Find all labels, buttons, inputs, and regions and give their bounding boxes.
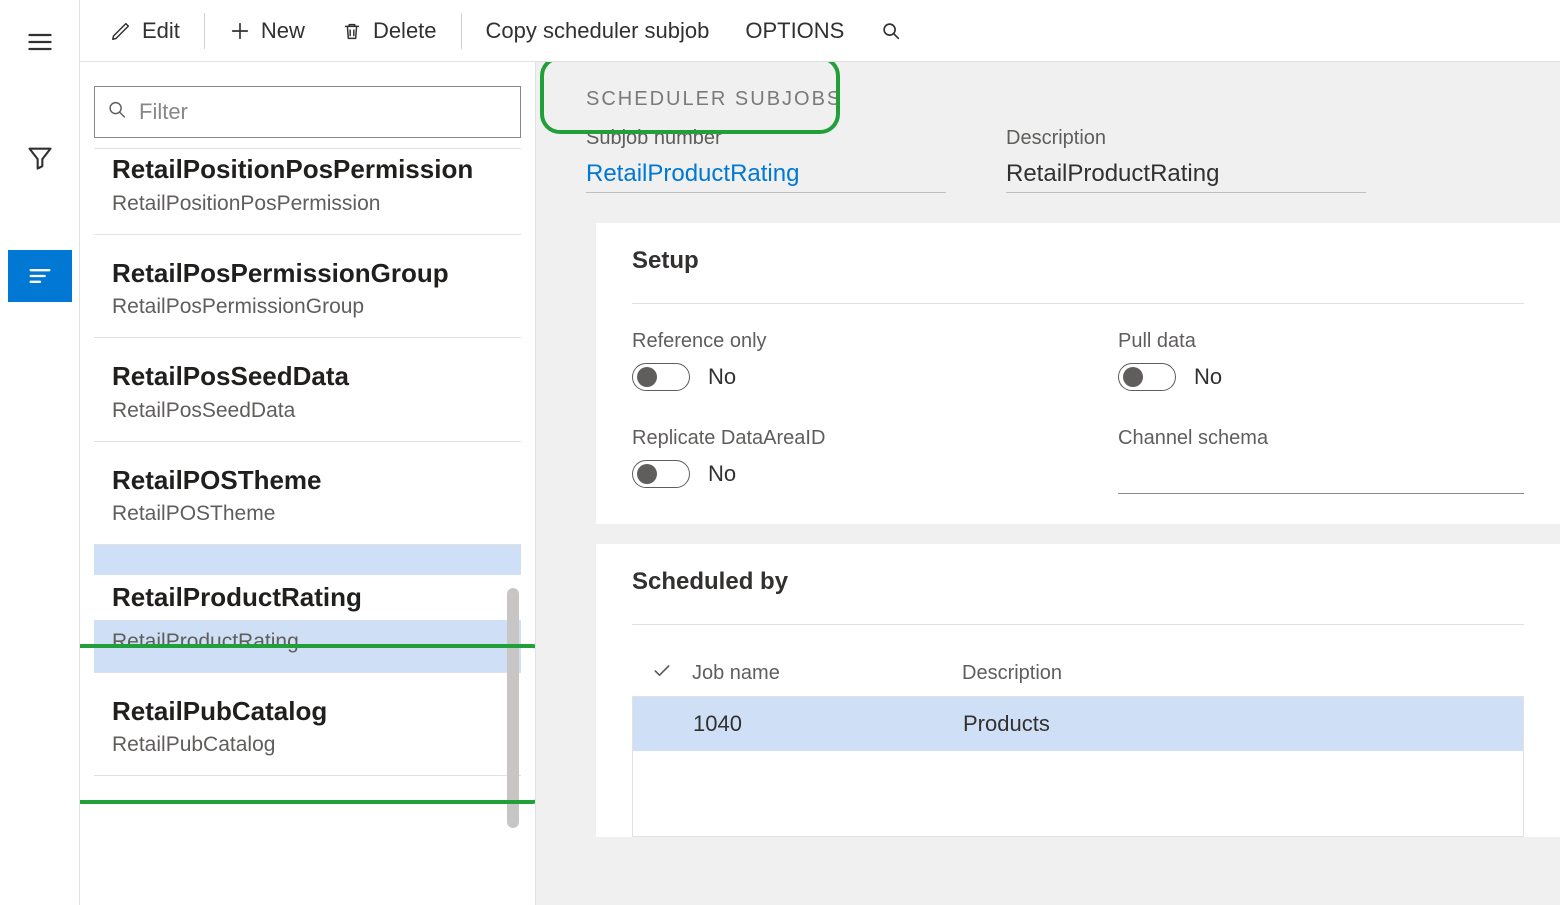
cell-job-name: 1040 [693, 711, 963, 737]
options-button[interactable]: OPTIONS [727, 0, 862, 61]
lines-icon [26, 262, 54, 290]
scheduled-by-section: Scheduled by Job name Description 1040 [596, 544, 1560, 837]
toolbar-separator [461, 13, 462, 49]
copy-label: Copy scheduler subjob [486, 18, 710, 44]
reference-only-value: No [708, 364, 736, 390]
list-item-sub: RetailPosPermissionGroup [112, 295, 503, 319]
search-icon [880, 20, 902, 42]
funnel-icon [26, 144, 54, 172]
replicate-dataareaid-toggle[interactable] [632, 460, 690, 488]
description-value[interactable]: RetailProductRating [1006, 156, 1366, 193]
trash-icon [341, 20, 363, 42]
edit-label: Edit [142, 18, 180, 44]
new-button[interactable]: New [211, 0, 323, 61]
list-item-sub: RetailPOSTheme [112, 502, 503, 526]
description-label: Description [1006, 127, 1366, 150]
search-button[interactable] [862, 0, 920, 61]
list-item[interactable]: RetailPosPermissionGroup RetailPosPermis… [94, 235, 521, 339]
cell-description: Products [963, 711, 1523, 737]
pull-data-value: No [1194, 364, 1222, 390]
list-item[interactable]: RetailPubCatalog RetailPubCatalog [94, 673, 521, 777]
reference-only-label: Reference only [632, 330, 1038, 353]
nav-rail [0, 0, 80, 905]
delete-button[interactable]: Delete [323, 0, 455, 61]
list-item-title: RetailPosPermissionGroup [112, 257, 503, 290]
list-item-sub: RetailPosSeedData [112, 399, 503, 423]
hamburger-button[interactable] [16, 18, 64, 66]
scheduled-by-title: Scheduled by [632, 568, 1524, 596]
filter-funnel-button[interactable] [16, 134, 64, 182]
setup-title: Setup [632, 247, 1524, 275]
subjob-number-value[interactable]: RetailProductRating [586, 156, 946, 193]
filter-input[interactable] [94, 86, 521, 138]
list-view-button[interactable] [8, 250, 72, 302]
list-item-title: RetailPosSeedData [112, 360, 503, 393]
list-item-title: RetailPositionPosPermission [112, 153, 503, 186]
list-item[interactable]: RetailPositionPosPermission RetailPositi… [94, 148, 521, 235]
list-item-title: RetailPubCatalog [112, 695, 503, 728]
search-icon [106, 99, 128, 126]
options-label: OPTIONS [745, 18, 844, 44]
delete-label: Delete [373, 18, 437, 44]
toolbar-separator [204, 13, 205, 49]
action-toolbar: Edit New Delete Copy scheduler subjob OP… [80, 0, 1560, 62]
channel-schema-input[interactable] [1118, 460, 1524, 494]
pull-data-toggle[interactable] [1118, 363, 1176, 391]
replicate-dataareaid-value: No [708, 461, 736, 487]
list-item[interactable]: RetailPOSTheme RetailPOSTheme [94, 442, 521, 546]
list-item-sub: RetailPubCatalog [112, 733, 503, 757]
subjob-number-label: Subjob number [586, 127, 946, 150]
list-item-sub: RetailProductRating [112, 630, 503, 654]
checkmark-icon[interactable] [652, 661, 692, 686]
reference-only-toggle[interactable] [632, 363, 690, 391]
list-pane: RetailPositionPosPermission RetailPositi… [80, 62, 535, 905]
new-label: New [261, 18, 305, 44]
list-item-title: RetailProductRating [112, 581, 503, 614]
page-breadcrumb: SCHEDULER SUBJOBS [586, 88, 842, 110]
col-job-name[interactable]: Job name [692, 662, 962, 685]
list-item-selected[interactable]: RetailProductRating RetailProductRating [94, 545, 521, 673]
subjob-list[interactable]: RetailPositionPosPermission RetailPositi… [94, 148, 521, 905]
pencil-icon [110, 20, 132, 42]
list-item-title: RetailPOSTheme [112, 464, 503, 497]
pull-data-label: Pull data [1118, 330, 1524, 353]
detail-pane: SCHEDULER SUBJOBS Subjob number RetailPr… [535, 62, 1560, 905]
hamburger-icon [26, 28, 54, 56]
table-row[interactable]: 1040 Products [633, 697, 1523, 751]
replicate-dataareaid-label: Replicate DataAreaID [632, 427, 1038, 450]
channel-schema-label: Channel schema [1118, 427, 1524, 450]
edit-button[interactable]: Edit [92, 0, 198, 61]
copy-scheduler-subjob-button[interactable]: Copy scheduler subjob [468, 0, 728, 61]
col-description[interactable]: Description [962, 662, 1524, 685]
setup-section: Setup Reference only No Pull data [596, 223, 1560, 524]
plus-icon [229, 20, 251, 42]
list-item-sub: RetailPositionPosPermission [112, 192, 503, 216]
table-header: Job name Description [632, 651, 1524, 697]
list-item[interactable]: RetailPosSeedData RetailPosSeedData [94, 338, 521, 442]
scrollbar-thumb[interactable] [507, 588, 519, 828]
